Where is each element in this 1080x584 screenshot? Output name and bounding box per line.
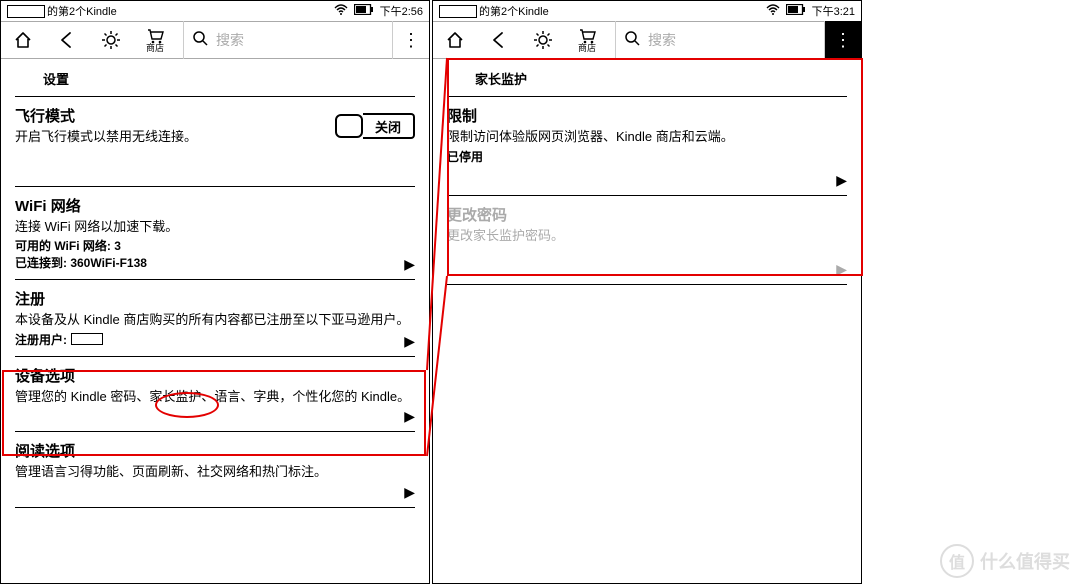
reading-desc: 管理语言习得功能、页面刷新、社交网络和热门标注。 — [15, 463, 415, 481]
watermark-icon: 值 — [940, 544, 974, 578]
wifi-desc: 连接 WiFi 网络以加速下载。 — [15, 218, 415, 236]
changepw-desc: 更改家长监护密码。 — [447, 227, 847, 245]
wifi-count: 可用的 WiFi 网络: 3 — [15, 237, 415, 254]
user-box — [7, 5, 45, 18]
watermark-text: 什么值得买 — [980, 548, 1070, 574]
reg-user-box — [71, 333, 103, 345]
row-restrictions[interactable]: 限制 限制访问体验版网页浏览器、Kindle 商店和云端。 已停用 ▶ — [447, 96, 847, 196]
reg-user-label: 注册用户: — [15, 331, 67, 348]
reg-title: 注册 — [15, 288, 415, 309]
search-icon — [624, 30, 640, 51]
row-reading-options[interactable]: 阅读选项 管理语言习得功能、页面刷新、社交网络和热门标注。 ▶ — [15, 432, 415, 508]
toggle-knob — [335, 114, 363, 138]
reg-user-line: 注册用户: — [15, 331, 415, 348]
device-label: 的第2个Kindle — [47, 3, 117, 19]
row-wifi[interactable]: WiFi 网络 连接 WiFi 网络以加速下载。 可用的 WiFi 网络: 3 … — [15, 187, 415, 281]
parental-content: 家长监护 限制 限制访问体验版网页浏览器、Kindle 商店和云端。 已停用 ▶… — [433, 59, 861, 285]
right-screen: 的第2个Kindle 下午3:21 商店 搜索 ⋮ — [432, 0, 862, 584]
changepw-title: 更改密码 — [447, 204, 847, 225]
chevron-right-icon: ▶ — [404, 484, 415, 501]
row-extra[interactable] — [15, 508, 415, 532]
settings-content: 设置 飞行模式 开启飞行模式以禁用无线连接。 关闭 WiFi 网络 连接 WiF… — [1, 59, 429, 532]
watermark: 值 什么值得买 — [940, 544, 1070, 578]
row-change-password: 更改密码 更改家长监护密码。 ▶ — [447, 196, 847, 286]
search-placeholder: 搜索 — [648, 30, 676, 50]
shop-label: 商店 — [578, 44, 596, 53]
search-placeholder: 搜索 — [216, 30, 244, 50]
airplane-toggle[interactable]: 关闭 — [335, 113, 415, 139]
search-input[interactable]: 搜索 — [183, 21, 393, 59]
restrict-desc: 限制访问体验版网页浏览器、Kindle 商店和云端。 — [447, 128, 847, 146]
status-bar: 的第2个Kindle 下午3:21 — [433, 1, 861, 21]
wifi-title: WiFi 网络 — [15, 195, 415, 216]
shop-button[interactable]: 商店 — [565, 21, 609, 59]
time-label: 下午3:21 — [812, 3, 855, 19]
device-desc: 管理您的 Kindle 密码、家长监护、语言、字典，个性化您的 Kindle。 — [15, 388, 415, 406]
left-screen: 的第2个Kindle 下午2:56 商店 搜索 ⋮ — [0, 0, 430, 584]
toolbar: 商店 搜索 ⋮ — [1, 21, 429, 59]
row-device-options[interactable]: 设备选项 管理您的 Kindle 密码、家长监护、语言、字典，个性化您的 Kin… — [15, 357, 415, 433]
reading-title: 阅读选项 — [15, 440, 415, 461]
chevron-right-icon: ▶ — [404, 256, 415, 273]
wifi-connected: 已连接到: 360WiFi-F138 — [15, 254, 415, 271]
shop-button[interactable]: 商店 — [133, 21, 177, 59]
toggle-label: 关闭 — [363, 113, 415, 139]
device-label: 的第2个Kindle — [479, 3, 549, 19]
row-registration[interactable]: 注册 本设备及从 Kindle 商店购买的所有内容都已注册至以下亚马逊用户。 注… — [15, 280, 415, 357]
time-label: 下午2:56 — [380, 3, 423, 19]
brightness-button[interactable] — [89, 21, 133, 59]
user-box — [439, 5, 477, 18]
brightness-button[interactable] — [521, 21, 565, 59]
page-title: 设置 — [15, 65, 415, 96]
shop-label: 商店 — [146, 44, 164, 53]
chevron-right-icon: ▶ — [404, 333, 415, 350]
search-input[interactable]: 搜索 — [615, 21, 825, 59]
chevron-right-icon: ▶ — [836, 261, 847, 278]
back-button[interactable] — [45, 21, 89, 59]
reg-desc: 本设备及从 Kindle 商店购买的所有内容都已注册至以下亚马逊用户。 — [15, 311, 415, 329]
restrict-title: 限制 — [447, 105, 847, 126]
search-icon — [192, 30, 208, 51]
row-airplane-mode[interactable]: 飞行模式 开启飞行模式以禁用无线连接。 关闭 — [15, 96, 415, 187]
device-title: 设备选项 — [15, 365, 415, 386]
page-title: 家长监护 — [447, 65, 847, 96]
back-button[interactable] — [477, 21, 521, 59]
chevron-right-icon: ▶ — [836, 172, 847, 189]
wifi-icon — [766, 4, 780, 19]
home-button[interactable] — [433, 21, 477, 59]
restrict-status: 已停用 — [447, 148, 847, 165]
battery-icon — [354, 4, 374, 18]
chevron-right-icon: ▶ — [404, 408, 415, 425]
wifi-icon — [334, 4, 348, 19]
battery-icon — [786, 4, 806, 18]
menu-button[interactable]: ⋮ — [393, 21, 429, 59]
home-button[interactable] — [1, 21, 45, 59]
status-bar: 的第2个Kindle 下午2:56 — [1, 1, 429, 21]
toolbar: 商店 搜索 ⋮ — [433, 21, 861, 59]
menu-button[interactable]: ⋮ — [825, 21, 861, 59]
